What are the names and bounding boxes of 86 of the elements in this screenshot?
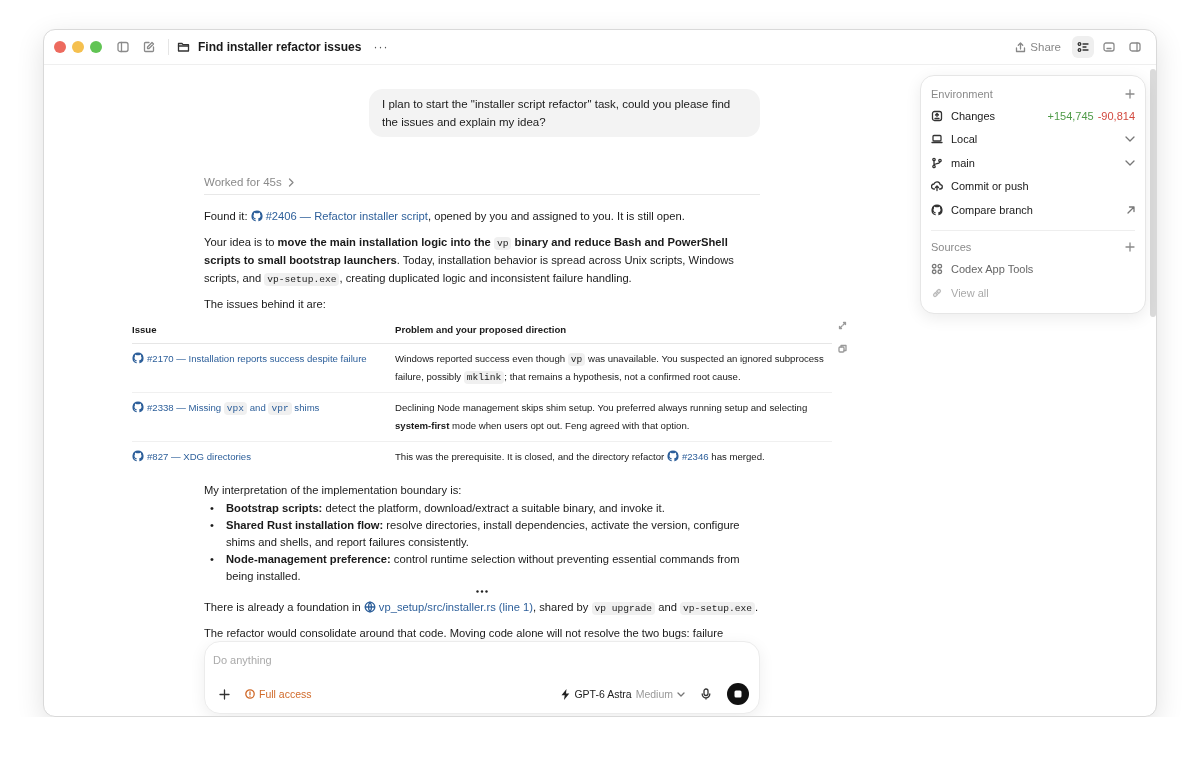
panel-icon [1129, 41, 1141, 53]
ellipsis-icon [476, 589, 488, 593]
worked-for-toggle[interactable]: Worked for 45s [204, 173, 294, 191]
chevron-down-icon [677, 691, 685, 697]
menu-item[interactable]: Local [951, 133, 1117, 146]
inline-code: vp [567, 353, 586, 366]
octocat-icon [132, 450, 144, 462]
issue-link[interactable]: #2346 [666, 451, 709, 462]
share-icon [1015, 41, 1027, 53]
message-paragraph: My interpretation of the implementation boundary is: [204, 482, 463, 498]
octocat-icon [132, 352, 144, 364]
toolbar-button[interactable] [1072, 36, 1094, 58]
bullet-item: Bootstrap scripts: detect the platform, download/extract a suitable binary, and invoke it. [226, 500, 665, 516]
message-paragraph: Found it: #2406 — Refactor installer script, opened by you and assigned to you. It is still open. [204, 209, 686, 224]
minimize-button[interactable] [72, 41, 84, 53]
compose-icon [143, 41, 155, 53]
inline-code: vp-setup.exe [680, 601, 756, 615]
lightning-icon [561, 688, 571, 700]
issue-link[interactable]: #2406 — Refactor installer script [250, 210, 428, 222]
octocat-icon [132, 401, 144, 413]
message-input[interactable]: Do anything [213, 651, 749, 669]
terminal-icon [1103, 41, 1115, 53]
inline-code: vpr [268, 402, 292, 415]
table-cell: Windows reported success even though vp was unavailable. You suspected an ignored subprocess failure, possibly mklink ; that remains a hypothesis, not a confirmed root cause. [395, 343, 832, 393]
octocat-icon [666, 450, 679, 462]
model-selector[interactable]: GPT-6 Astra Medium [561, 688, 685, 700]
table-cell: This was the prerequisite. It is closed, and the directory refactor #2346 has merged. [395, 441, 832, 473]
chevron-right-icon [287, 177, 294, 187]
sidebar-icon [117, 41, 129, 53]
plus-icon[interactable] [1125, 242, 1135, 252]
octocat-icon [931, 203, 943, 216]
message-paragraph: Your idea is to move the main installation logic into the vp binary and reduce Bash and PowerShell scripts to small bootstrap launchers. Today, installation behavior is spread across Unix scripts, Windows scripts, and vp-setup.exe , creating duplicated logic and inconsistent failure handling. [204, 235, 735, 287]
section-title: Sources [931, 241, 972, 253]
table-cell: Declining Node management skips shim setup. You preferred always running setup and selecting system-first mode when users opt out. Feng agreed with that option. [395, 392, 832, 442]
laptop-icon [931, 133, 943, 146]
message-paragraph: There is already a foundation in vp_setup/src/installer.rs (line 1), shared by vp upgrade and vp-setup.exe . [204, 599, 760, 616]
branch-icon [931, 156, 943, 169]
inline-code: mklink [463, 370, 505, 384]
link-icon [931, 286, 943, 299]
bullet-marker: • [209, 551, 215, 567]
menu-item[interactable]: main [951, 156, 1117, 169]
close-button[interactable] [54, 41, 66, 53]
microphone-icon [701, 688, 711, 700]
removed-count: -90,814 [1097, 109, 1135, 122]
issue-link[interactable]: #2338 — Missing vpx and vpr shims [132, 402, 320, 413]
expand-icon[interactable] [838, 321, 847, 330]
scrollbar[interactable] [1150, 69, 1156, 317]
column-header: Problem and your proposed direction [395, 318, 832, 344]
file-diff-icon [931, 109, 943, 122]
menu-item[interactable]: Changes [951, 109, 1040, 122]
bullet-marker: • [209, 517, 215, 533]
bullet-marker: • [209, 500, 215, 516]
inline-code: vp upgrade [591, 601, 656, 615]
added-count: +154,745 [1047, 109, 1094, 122]
user-message: I plan to start the "installer script refactor" task, could you please find the issues and explain my idea? [369, 89, 760, 137]
share-button[interactable]: Share [1012, 39, 1064, 55]
zoom-button[interactable] [90, 41, 102, 53]
cloud-upload-icon [931, 180, 943, 193]
column-header: Issue [132, 318, 395, 344]
plus-icon [218, 688, 230, 700]
inline-code: vpx [223, 402, 248, 415]
menu-item[interactable]: Compare branch [951, 203, 1119, 216]
inline-code: vp [493, 237, 512, 250]
checklist-icon [1077, 41, 1089, 53]
bullet-item: Shared Rust installation flow: resolve directories, install dependencies, activate the version, configure shims and shells, and report failures consistently. [226, 517, 741, 550]
message-paragraph: The issues behind it are: [204, 297, 327, 312]
bullet-item: Node-management preference: control runtime selection without preventing essential commands from being installed. [226, 551, 741, 584]
access-button[interactable]: Full access [245, 688, 312, 700]
menu-item[interactable]: Codex App Tools [951, 263, 1135, 276]
circles-icon [931, 263, 943, 276]
copy-icon[interactable] [838, 344, 847, 353]
message-paragraph: The refactor would consolidate around that code. Moving code alone will not resolve the two bugs: failure [204, 625, 725, 641]
globe-icon [363, 600, 376, 613]
stop-icon [734, 690, 742, 698]
issue-link[interactable]: #827 — XDG directories [132, 451, 251, 462]
warning-icon [245, 689, 255, 699]
section-title: Environment [931, 87, 993, 100]
more-options-button[interactable]: ··· [373, 40, 389, 54]
plus-icon[interactable] [1125, 88, 1135, 99]
octocat-icon [250, 210, 263, 222]
menu-item[interactable]: Commit or push [951, 180, 1135, 193]
folder-icon [177, 41, 190, 53]
inline-code: vp-setup.exe [264, 273, 340, 286]
issue-link[interactable]: #2170 — Installation reports success despite failure [132, 353, 367, 364]
stop-button[interactable] [727, 683, 749, 705]
window-title: Find installer refactor issues [198, 40, 362, 54]
